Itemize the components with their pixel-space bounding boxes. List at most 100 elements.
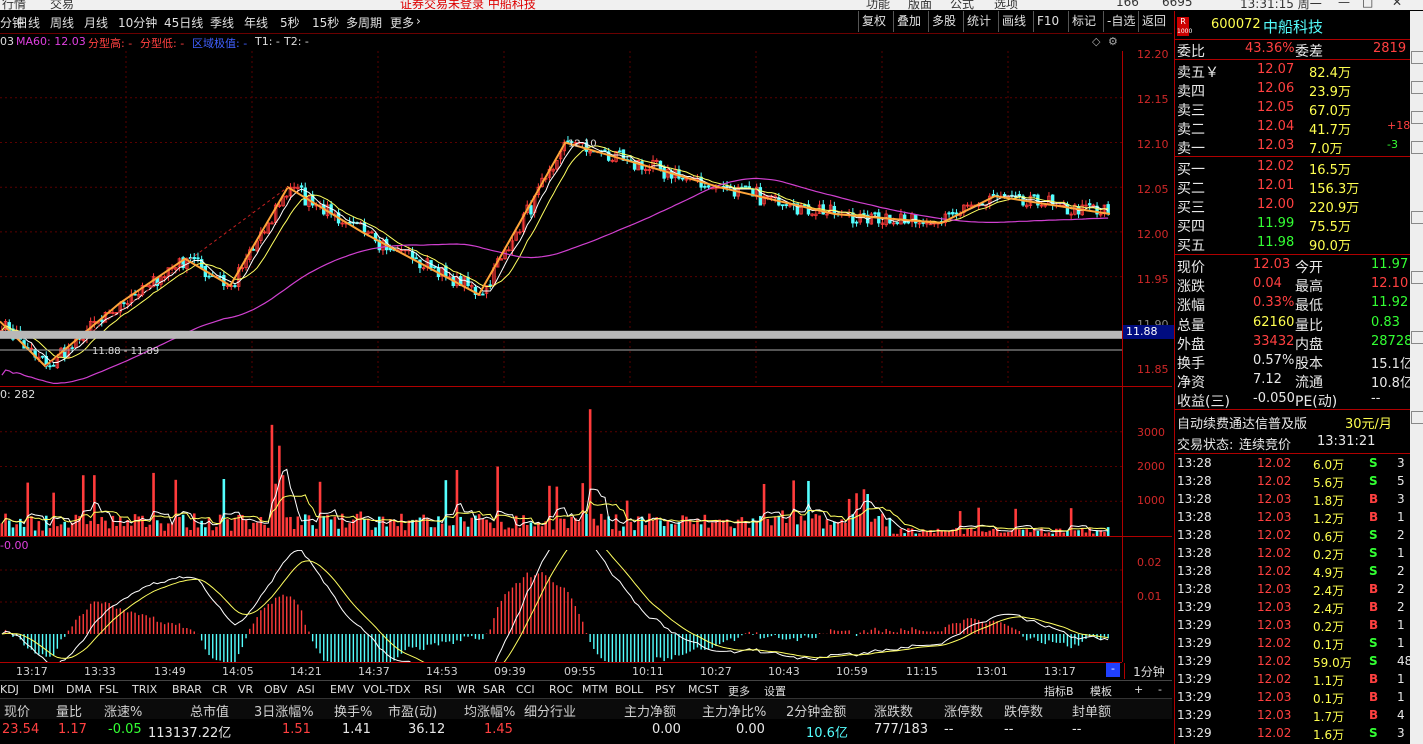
period-year[interactable]: 年线	[244, 14, 268, 31]
indicator-tab-更多[interactable]: 更多	[728, 683, 750, 699]
summary-header[interactable]: 主力净比%	[702, 701, 766, 720]
summary-header[interactable]: 量比	[56, 701, 82, 720]
bid-row[interactable]: 买五 11.98 90.0万	[1177, 234, 1409, 254]
indicator-right-2[interactable]: +	[1134, 683, 1143, 696]
indicator-tab-dma[interactable]: DMA	[66, 683, 92, 696]
draw-line-button[interactable]: 画线	[998, 11, 1029, 32]
side-tool-icon[interactable]	[1411, 411, 1423, 424]
period-week[interactable]: 周线	[50, 14, 74, 31]
mark-button[interactable]: 标记	[1068, 11, 1099, 32]
price-chart[interactable]: 11.88 - 11.89 12.10	[0, 51, 1122, 386]
period-5sec[interactable]: 5秒	[280, 14, 300, 31]
side-tool-icon[interactable]	[1411, 211, 1423, 224]
f10-button[interactable]: F10	[1033, 11, 1062, 32]
indicator-right-1[interactable]: 模板	[1090, 683, 1112, 699]
summary-header[interactable]: 涨跌数	[874, 701, 913, 720]
period-15sec[interactable]: 15秒	[312, 14, 339, 31]
menu-quotes[interactable]: 行情	[2, 0, 26, 10]
summary-header[interactable]: 总市值	[190, 701, 229, 720]
overlay-button[interactable]: 叠加	[893, 11, 924, 32]
summary-header[interactable]: 市盈(动)	[388, 701, 437, 720]
period-day[interactable]: 日线	[16, 14, 40, 31]
summary-header[interactable]: 2分钟金额	[786, 701, 846, 720]
indicator-tab-mtm[interactable]: MTM	[582, 683, 608, 696]
side-tool-icon[interactable]	[1411, 81, 1423, 94]
ask-row[interactable]: 卖一 12.03 7.0万 -3	[1177, 137, 1409, 157]
indicator-tab-fsl[interactable]: FSL	[99, 683, 118, 696]
close-icon[interactable]: ✕	[1392, 0, 1402, 9]
indicator-tab-sar[interactable]: SAR	[483, 683, 505, 696]
ask-row[interactable]: 卖四 12.06 23.9万	[1177, 80, 1409, 100]
minimize-icon[interactable]: —	[1338, 0, 1350, 9]
bid-row[interactable]: 买三 12.00 220.9万	[1177, 196, 1409, 216]
summary-header[interactable]: 细分行业	[524, 701, 576, 720]
indicator-tab-设置[interactable]: 设置	[764, 683, 786, 699]
indicator-tab-rsi[interactable]: RSI	[424, 683, 442, 696]
side-tool-icon[interactable]	[1411, 141, 1423, 154]
indicator-tab-wr[interactable]: WR	[457, 683, 476, 696]
indicator-right-3[interactable]: -	[1158, 683, 1162, 696]
indicator-tab-mcst[interactable]: MCST	[688, 683, 719, 696]
summary-header[interactable]: 换手%	[334, 701, 372, 720]
indicator-tab-vol-tdx[interactable]: VOL-TDX	[363, 683, 411, 696]
summary-header[interactable]: 现价	[4, 701, 30, 720]
summary-header[interactable]: 主力净额	[624, 701, 676, 720]
statistics-button[interactable]: 统计	[963, 11, 994, 32]
indicator-tab-trix[interactable]: TRIX	[132, 683, 157, 696]
summary-header[interactable]: 3日涨幅%	[254, 701, 314, 720]
ask-row[interactable]: 卖二 12.04 41.7万 +18	[1177, 118, 1410, 138]
period-season[interactable]: 季线	[210, 14, 234, 31]
menu-layout[interactable]: 版面	[908, 0, 932, 10]
menu-options[interactable]: 选项	[994, 0, 1018, 10]
indicator-tab-boll[interactable]: BOLL	[615, 683, 643, 696]
promo-text[interactable]: 自动续费通达信普及版	[1177, 413, 1307, 432]
restore-rights-button[interactable]: 复权	[858, 11, 889, 32]
indicator-tab-cr[interactable]: CR	[212, 683, 227, 696]
period-45day[interactable]: 45日线	[164, 14, 203, 31]
period-month[interactable]: 月线	[84, 14, 108, 31]
multi-stock-button[interactable]: 多股	[928, 11, 959, 32]
indicator-tab-obv[interactable]: OBV	[264, 683, 287, 696]
period-more[interactable]: 更多	[390, 14, 414, 31]
bid-row[interactable]: 买一 12.02 16.5万	[1177, 158, 1409, 178]
ask-row[interactable]: 卖三 12.05 67.0万	[1177, 99, 1409, 119]
menu-formula[interactable]: 公式	[950, 0, 974, 10]
maximize-icon[interactable]: □	[1362, 0, 1373, 9]
side-tool-icon[interactable]	[1411, 271, 1423, 284]
period-10min[interactable]: 10分钟	[118, 14, 157, 31]
volume-chart[interactable]	[0, 400, 1122, 536]
indicator-tab-brar[interactable]: BRAR	[172, 683, 202, 696]
zoom-minus-button[interactable]: -	[1106, 663, 1120, 677]
period-tag[interactable]: 1分钟	[1124, 663, 1173, 679]
indicator-right-0[interactable]: 指标B	[1044, 683, 1074, 699]
menu-function[interactable]: 功能	[866, 0, 890, 10]
indicator-tab-cci[interactable]: CCI	[516, 683, 535, 696]
diamond-icon[interactable]: ◇	[1092, 35, 1100, 48]
indicator-tab-kdj[interactable]: KDJ	[0, 683, 19, 696]
summary-header[interactable]: 跌停数	[1004, 701, 1043, 720]
indicator-tab-asi[interactable]: ASI	[297, 683, 315, 696]
settings-gear-icon[interactable]: ⚙	[1108, 35, 1118, 48]
ask-row[interactable]: 卖五￥ 12.07 82.4万	[1177, 61, 1409, 81]
indicator-tab-dmi[interactable]: DMI	[33, 683, 54, 696]
bid-row[interactable]: 买二 12.01 156.3万	[1177, 177, 1409, 197]
back-button[interactable]: 返回	[1138, 11, 1169, 32]
promo-price[interactable]: 30元/月	[1345, 413, 1392, 432]
summary-header[interactable]: 均涨幅%	[464, 701, 515, 720]
watchlist-button[interactable]: -自选	[1103, 11, 1138, 32]
period-multi[interactable]: 多周期	[346, 14, 382, 31]
bid-row[interactable]: 买四 11.99 75.5万	[1177, 215, 1409, 235]
macd-chart[interactable]	[0, 550, 1122, 662]
menu-trade[interactable]: 交易	[50, 0, 74, 10]
summary-header[interactable]: 涨停数	[944, 701, 983, 720]
promo-row[interactable]: 自动续费通达信普及版 30元/月	[1177, 412, 1409, 432]
indicator-tab-emv[interactable]: EMV	[330, 683, 354, 696]
chevron-right-icon[interactable]: ›	[416, 14, 421, 28]
indicator-tab-psy[interactable]: PSY	[655, 683, 675, 696]
indicator-tab-vr[interactable]: VR	[238, 683, 253, 696]
side-tool-icon[interactable]	[1411, 51, 1423, 64]
summary-header[interactable]: 封单额	[1072, 701, 1111, 720]
indicator-tab-roc[interactable]: ROC	[549, 683, 573, 696]
side-tool-icon[interactable]	[1411, 331, 1423, 344]
summary-header[interactable]: 涨速%	[104, 701, 142, 720]
